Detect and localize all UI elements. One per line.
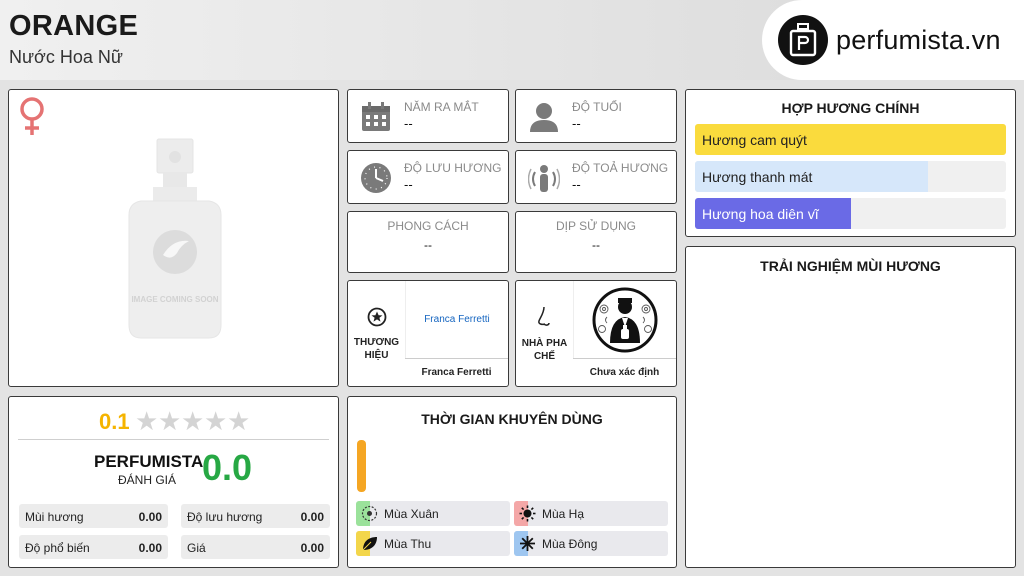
- page-title: ORANGE: [9, 10, 139, 42]
- longevity-label: ĐỘ LƯU HƯƠNG: [404, 161, 502, 175]
- brand-logo[interactable]: Franca Ferretti: [405, 281, 508, 358]
- occasion-value: --: [592, 238, 600, 252]
- star-icon[interactable]: ★: [227, 408, 250, 434]
- nose-icon: [535, 306, 555, 333]
- stat-longevity: Độ lưu hương 0.00: [181, 504, 330, 528]
- person-icon: [528, 101, 560, 133]
- star-icon[interactable]: ★: [181, 408, 204, 434]
- accord-label: Hương hoa diên vĩ: [702, 206, 819, 222]
- longevity-tile: ĐỘ LƯU HƯƠNG --: [347, 150, 509, 204]
- perfumer-tile[interactable]: NHÀ PHA CHẾ Chưa xác định: [515, 280, 677, 387]
- accords-title: HỢP HƯƠNG CHÍNH: [781, 100, 920, 116]
- release-year-tile: NĂM RA MẮT --: [347, 89, 509, 143]
- logo-text: perfumista.vn: [836, 24, 1001, 55]
- perfume-bottle-logo-icon: [778, 15, 828, 65]
- occasion-label: DỊP SỬ DỤNG: [555, 219, 637, 233]
- divider: [18, 439, 329, 440]
- season-spring: Mùa Xuân: [356, 501, 510, 526]
- time-indicator-bar: [357, 440, 366, 492]
- perfumer-avatar[interactable]: [573, 281, 676, 358]
- star-badge-icon: [367, 307, 387, 332]
- season-summer: Mùa Hạ: [514, 501, 668, 526]
- placeholder-text: IMAGE COMING SOON: [131, 295, 218, 304]
- stat-scent: Mùi hương 0.00: [19, 504, 168, 528]
- perfumista-score: 0.0: [202, 447, 253, 488]
- brand-logo-text: Franca Ferretti: [424, 314, 490, 325]
- rating-score: 0.1: [99, 409, 130, 434]
- snowflake-icon: [519, 535, 536, 552]
- sillage-label: ĐỘ TOẢ HƯƠNG: [572, 161, 669, 175]
- site-logo[interactable]: perfumista.vn: [762, 0, 1024, 80]
- star-icon[interactable]: ★: [135, 408, 158, 434]
- experience-title: TRẢI NGHIỆM MÙI HƯƠNG: [760, 258, 941, 274]
- stat-popularity: Độ phổ biến 0.00: [19, 535, 168, 559]
- clock-icon: [360, 162, 392, 194]
- brand-tile[interactable]: THƯƠNG HIỆU Franca Ferretti Franca Ferre…: [347, 280, 509, 387]
- perfumista-label: PERFUMISTA: [94, 452, 204, 471]
- style-tile: PHONG CÁCH --: [347, 211, 509, 273]
- accord-label: Hương cam quýt: [702, 132, 807, 148]
- page-header: ORANGE Nước Hoa Nữ perfumista.vn: [0, 0, 1024, 80]
- age-label: ĐỘ TUỔI: [572, 100, 622, 114]
- style-value: --: [424, 238, 432, 252]
- season-winter: Mùa Đông: [514, 531, 668, 556]
- radiate-icon: [527, 162, 561, 194]
- accord-item: Hương thanh mát: [695, 161, 1006, 192]
- seasons-title: THỜI GIAN KHUYÊN DÙNG: [421, 411, 603, 427]
- main-accords-card: HỢP HƯƠNG CHÍNH Hương cam quýt Hương than…: [685, 89, 1016, 237]
- stat-price: Giá 0.00: [181, 535, 330, 559]
- product-image-placeholder: IMAGE COMING SOON: [109, 135, 239, 350]
- star-icon[interactable]: ★: [158, 408, 181, 434]
- star-icon[interactable]: ★: [204, 408, 227, 434]
- sillage-tile: ĐỘ TOẢ HƯƠNG --: [515, 150, 677, 204]
- rating-card: 0.1 ★ ★ ★ ★ ★ PERFUMISTA ĐÁNH GIÁ 0.0 Mùi hư…: [8, 396, 339, 568]
- perfumista-sublabel: ĐÁNH GIÁ: [118, 473, 177, 487]
- scent-experience-card: TRẢI NGHIỆM MÙI HƯƠNG: [685, 246, 1016, 568]
- style-label: PHONG CÁCH: [387, 219, 469, 233]
- accord-item: Hương cam quýt: [695, 124, 1006, 155]
- occasion-tile: DỊP SỬ DỤNG --: [515, 211, 677, 273]
- product-image-card: IMAGE COMING SOON: [8, 89, 339, 387]
- recommended-time-card: THỜI GIAN KHUYÊN DÙNG Mùa Xuân Mùa Hạ Mù…: [347, 396, 677, 568]
- star-rating[interactable]: ★ ★ ★ ★ ★: [135, 408, 255, 434]
- brand-name[interactable]: Franca Ferretti: [405, 358, 508, 386]
- season-autumn: Mùa Thu: [356, 531, 510, 556]
- age-value: --: [572, 116, 581, 131]
- perfumer-name[interactable]: Chưa xác định: [573, 358, 676, 386]
- sillage-value: --: [572, 177, 581, 192]
- accord-label: Hương thanh mát: [702, 169, 813, 185]
- perfumer-label: NHÀ PHA CHẾ: [521, 337, 568, 362]
- calendar-icon: [360, 101, 392, 133]
- release-year-value: --: [404, 116, 413, 131]
- longevity-value: --: [404, 177, 413, 192]
- brand-label: THƯƠNG HIỆU: [353, 336, 400, 361]
- flower-icon: [361, 505, 378, 522]
- age-tile: ĐỘ TUỔI --: [515, 89, 677, 143]
- accord-item: Hương hoa diên vĩ: [695, 198, 1006, 229]
- sun-icon: [519, 505, 536, 522]
- release-year-label: NĂM RA MẮT: [404, 100, 479, 114]
- female-symbol-icon: [17, 96, 47, 143]
- page-subtitle: Nước Hoa Nữ: [9, 47, 123, 67]
- leaf-icon: [361, 535, 378, 552]
